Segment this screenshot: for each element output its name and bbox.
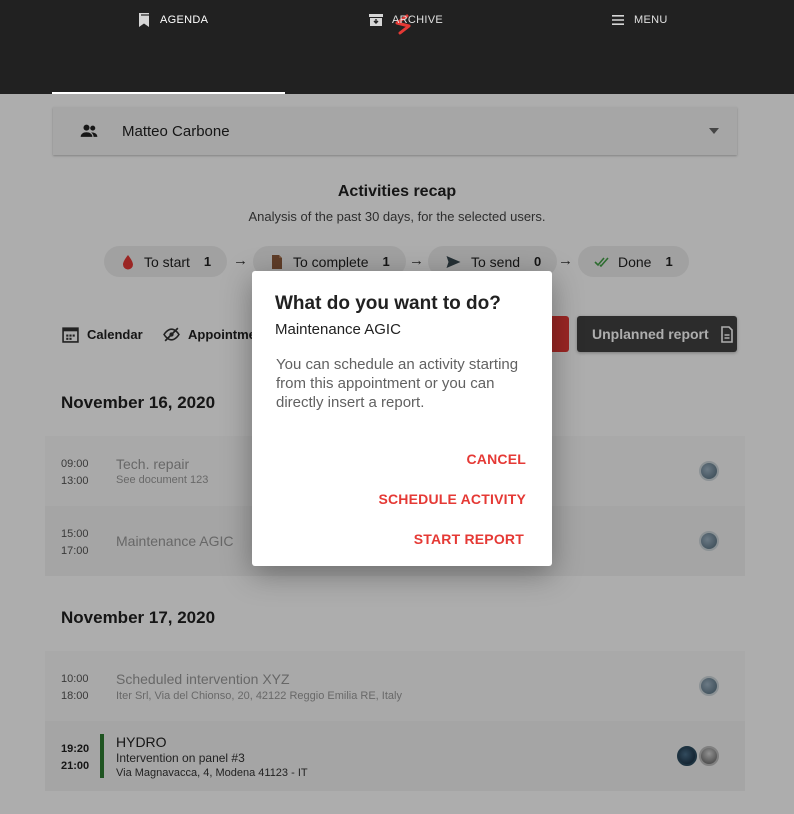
archive-icon	[369, 14, 383, 26]
schedule-activity-button[interactable]: SCHEDULE ACTIVITY	[378, 491, 526, 507]
bookmark-icon	[139, 13, 149, 27]
cancel-button[interactable]: CANCEL	[466, 451, 526, 467]
tab-archive-label: ARCHIVE	[392, 14, 443, 26]
dialog-subtitle: Maintenance AGIC	[275, 321, 401, 338]
top-app-bar: AGENDA ARCHIVE MENU	[0, 0, 794, 94]
dialog-title: What do you want to do?	[275, 293, 501, 314]
hamburger-icon	[612, 15, 624, 25]
start-report-button[interactable]: START REPORT	[414, 531, 524, 547]
tab-menu[interactable]: MENU	[610, 0, 668, 40]
action-dialog: What do you want to do? Maintenance AGIC…	[252, 271, 552, 566]
tab-menu-label: MENU	[634, 14, 668, 26]
tab-agenda-label: AGENDA	[160, 14, 209, 26]
dialog-body: You can schedule an activity starting fr…	[276, 356, 519, 411]
tab-archive[interactable]: ARCHIVE	[368, 0, 443, 40]
tab-agenda[interactable]: AGENDA	[136, 0, 208, 40]
